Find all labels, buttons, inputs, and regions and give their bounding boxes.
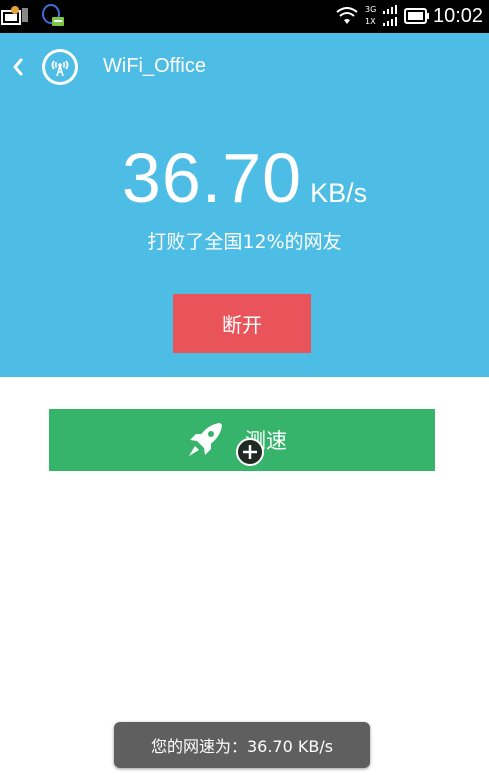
speed-value: 36.70	[121, 139, 303, 217]
network-type-bottom: 1X	[365, 17, 376, 26]
wifi-avatar	[42, 49, 78, 85]
battery-icon	[404, 8, 429, 24]
wifi-header-panel: WiFi_Office 36.70 KB/s 打败了全国12%的网友 断开	[0, 33, 489, 377]
status-bar: 3G 1X 10:02	[0, 0, 489, 33]
signal-bars-icon	[383, 5, 397, 26]
add-cursor-icon	[236, 438, 264, 466]
app-notification-icon	[1, 6, 28, 25]
speed-toast: 您的网速为：36.70 KB/s	[114, 722, 370, 768]
disconnect-button[interactable]: 断开	[173, 294, 311, 353]
cellular-signal: 3G 1X	[365, 4, 399, 28]
chevron-left-icon	[13, 58, 23, 76]
clock: 10:02	[433, 5, 484, 27]
speed-unit: KB/s	[310, 178, 368, 208]
back-button[interactable]	[10, 53, 26, 81]
speed-display: 36.70 KB/s	[0, 138, 489, 218]
ranking-text: 打败了全国12%的网友	[147, 231, 342, 253]
chat-notification-icon	[42, 4, 64, 26]
wifi-tower-icon	[45, 52, 75, 82]
network-type-top: 3G	[365, 5, 377, 14]
wifi-ssid: WiFi_Office	[103, 55, 206, 77]
wifi-signal-icon	[336, 7, 358, 24]
